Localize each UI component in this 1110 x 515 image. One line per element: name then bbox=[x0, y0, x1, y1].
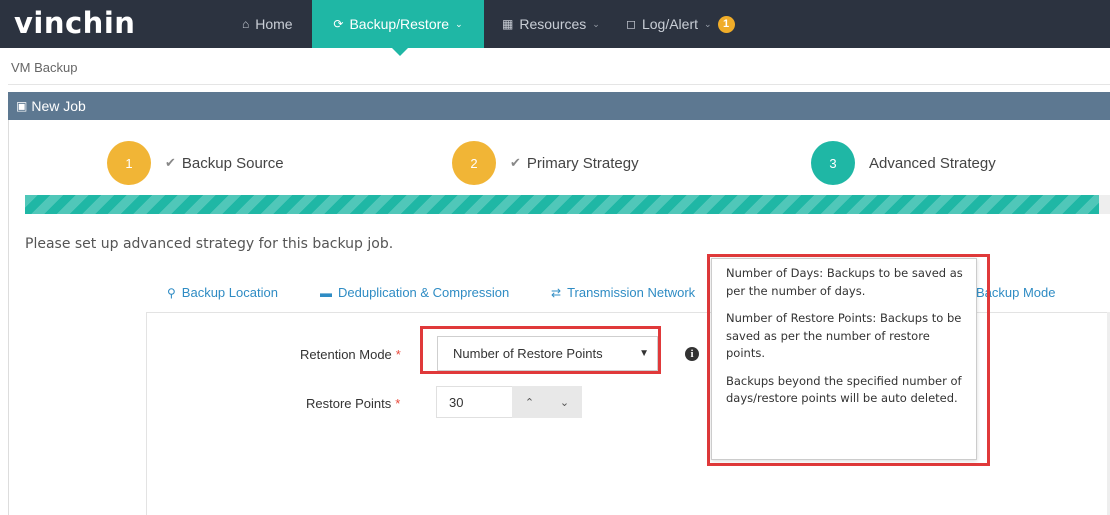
vinchin-logo[interactable]: vinchin bbox=[14, 6, 135, 40]
briefcase-icon: ▣ bbox=[16, 99, 28, 113]
check-icon: ✔ bbox=[165, 155, 176, 170]
retention-mode-label-text: Retention Mode bbox=[300, 347, 392, 362]
step-number-badge: 1 bbox=[107, 141, 151, 185]
increment-icon[interactable]: ⌃ bbox=[525, 396, 534, 409]
nav-resources[interactable]: ▦ Resources ⌄ bbox=[502, 0, 600, 48]
step-label: Backup Source bbox=[181, 154, 284, 172]
required-mark: * bbox=[395, 396, 401, 411]
retention-mode-select[interactable]: Number of Restore Points ▼ bbox=[437, 336, 658, 371]
info-icon[interactable]: i bbox=[685, 347, 699, 361]
restore-points-label: Restore Points * bbox=[306, 396, 400, 411]
nav-log-alert[interactable]: ◻ Log/Alert ⌄ 1 bbox=[626, 0, 735, 48]
tooltip-line: Number of Days: Backups to be saved as p… bbox=[726, 266, 963, 298]
tooltip-line: Backups beyond the specified number of d… bbox=[726, 373, 962, 406]
refresh-icon: ⟳ bbox=[333, 17, 344, 31]
nav-home[interactable]: ⌂ Home bbox=[242, 0, 293, 48]
bell-icon: ◻ bbox=[626, 17, 636, 31]
restore-points-input[interactable]: 30 bbox=[436, 386, 512, 418]
step-number-badge: 2 bbox=[452, 141, 496, 185]
tab-label: Backup Location bbox=[181, 285, 278, 300]
hdd-icon: ▬ bbox=[320, 285, 332, 300]
restore-points-stepper: ⌃ ⌄ bbox=[512, 386, 582, 418]
nav-backup-restore[interactable]: ⟳ Backup/Restore ⌄ bbox=[312, 0, 484, 56]
nav-log-alert-label: Log/Alert bbox=[641, 16, 699, 32]
retention-mode-label: Retention Mode * bbox=[300, 347, 401, 362]
tab-label: Transmission Network bbox=[567, 285, 696, 300]
step-label: Primary Strategy bbox=[526, 154, 639, 172]
grid-icon: ▦ bbox=[502, 17, 514, 31]
wizard-step-backup-source[interactable]: 1 ✔ Backup Source bbox=[107, 141, 284, 185]
retention-mode-value: Number of Restore Points bbox=[453, 346, 603, 361]
breadcrumb-divider bbox=[8, 84, 1110, 85]
instruction-text: Please set up advanced strategy for this… bbox=[25, 236, 394, 252]
nav-backup-restore-label: Backup/Restore bbox=[349, 16, 450, 32]
progress-fill bbox=[25, 195, 1100, 214]
active-nav-pointer bbox=[392, 48, 408, 56]
chevron-down-icon: ⌄ bbox=[592, 18, 600, 29]
panel-header: ▣ New Job bbox=[8, 92, 1110, 120]
step-number-badge: 3 bbox=[811, 141, 855, 185]
step-label: Advanced Strategy bbox=[869, 154, 996, 172]
wizard-step-primary-strategy[interactable]: 2 ✔ Primary Strategy bbox=[452, 141, 639, 185]
nav-resources-label: Resources bbox=[519, 16, 587, 32]
map-pin-icon: ⚲ bbox=[167, 285, 176, 300]
tab-label: Deduplication & Compression bbox=[338, 285, 510, 300]
wizard-step-advanced-strategy[interactable]: 3 Advanced Strategy bbox=[811, 141, 996, 185]
top-navbar: vinchin ⌂ Home ⟳ Backup/Restore ⌄ ▦ Reso… bbox=[0, 0, 1110, 56]
home-icon: ⌂ bbox=[242, 17, 250, 31]
check-icon: ✔ bbox=[510, 155, 521, 170]
retention-mode-tooltip: Number of Days: Backups to be saved as p… bbox=[711, 258, 977, 460]
decrement-icon[interactable]: ⌄ bbox=[560, 396, 569, 409]
exchange-icon: ⇄ bbox=[551, 285, 562, 300]
panel-title: New Job bbox=[31, 98, 86, 114]
caret-down-icon: ▼ bbox=[639, 348, 649, 359]
alert-count-badge: 1 bbox=[717, 15, 735, 33]
nav-home-label: Home bbox=[255, 16, 293, 32]
chevron-down-icon: ⌄ bbox=[455, 18, 463, 29]
tab-transmission-network[interactable]: ⇄ Transmission Network bbox=[551, 285, 695, 300]
tab-backup-location[interactable]: ⚲ Backup Location bbox=[167, 285, 278, 300]
breadcrumb: VM Backup bbox=[11, 60, 78, 75]
restore-points-label-text: Restore Points bbox=[306, 396, 392, 411]
panel-border bbox=[8, 120, 9, 515]
wizard-progress-bar bbox=[25, 195, 1110, 214]
required-mark: * bbox=[395, 347, 401, 362]
tab-deduplication-compression[interactable]: ▬ Deduplication & Compression bbox=[320, 285, 509, 300]
chevron-down-icon: ⌄ bbox=[704, 18, 712, 29]
tooltip-line: Number of Restore Points: Backups to be … bbox=[726, 311, 962, 360]
